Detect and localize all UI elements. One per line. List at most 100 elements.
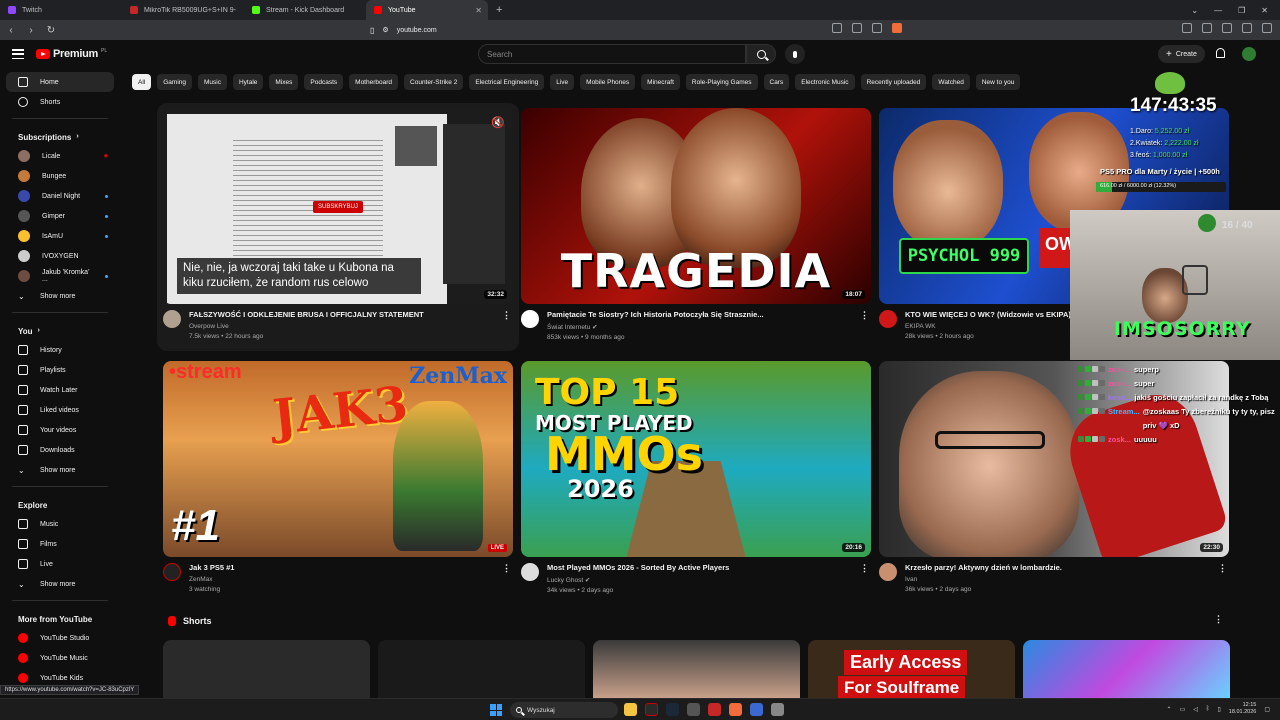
tab-search-icon[interactable]: ⌄ bbox=[1191, 6, 1198, 15]
video-title[interactable]: Jak 3 PS5 #1 bbox=[189, 563, 489, 573]
mute-icon[interactable]: 🔇 bbox=[491, 116, 505, 129]
channel-name[interactable]: Lucky Ghost ✔ bbox=[547, 576, 847, 584]
battery-icon[interactable]: ▯ bbox=[1217, 706, 1220, 713]
mikrotik-icon[interactable] bbox=[708, 703, 721, 716]
network-icon[interactable]: ▭ bbox=[1180, 706, 1186, 713]
windows-start-icon[interactable] bbox=[490, 704, 502, 716]
search-input[interactable]: Search bbox=[478, 44, 746, 64]
video-title[interactable]: FAŁSZYWOŚĆ I ODKLEJENIE BRUSA I OFFICJAL… bbox=[189, 310, 489, 320]
settings-icon[interactable] bbox=[771, 703, 784, 716]
browser-tab-active[interactable]: YouTube ✕ bbox=[366, 0, 488, 20]
sidebar-subscription[interactable]: Gimper bbox=[6, 206, 114, 226]
sidebar-subscription[interactable]: Jakub 'Kromka' ... bbox=[6, 266, 114, 286]
channel-avatar[interactable] bbox=[521, 563, 539, 581]
sidebar-subscription[interactable]: Licale ◉ bbox=[6, 146, 114, 166]
video-thumbnail[interactable]: •stream ZenMax JAK3 #1 LIVE bbox=[163, 361, 513, 557]
file-explorer-icon[interactable] bbox=[624, 703, 637, 716]
video-title[interactable]: Krzesło parzy! Aktywny dzień w lombardzi… bbox=[905, 563, 1205, 573]
sidebar-subscription[interactable]: Daniel Night bbox=[6, 186, 114, 206]
video-title[interactable]: KTO WIE WIĘCEJ O WK? (Widzowie vs EKIPA) bbox=[905, 310, 1095, 320]
channel-avatar[interactable] bbox=[879, 310, 897, 328]
subscriptions-heading[interactable]: Subscriptions › bbox=[6, 125, 114, 146]
hamburger-menu-icon[interactable] bbox=[12, 49, 24, 59]
video-thumbnail[interactable]: SUBSKRYBUJ Nie, nie, ja wczoraj taki tak… bbox=[163, 108, 513, 304]
filter-chip[interactable]: Electrical Engineering bbox=[469, 74, 545, 90]
sidebar-subscription[interactable]: Bungee bbox=[6, 166, 114, 186]
channel-name[interactable]: EKIPA WK bbox=[905, 323, 1095, 330]
channel-name[interactable]: ZenMax bbox=[189, 576, 489, 583]
wallet-icon[interactable] bbox=[1222, 23, 1232, 33]
close-tab-icon[interactable]: ✕ bbox=[475, 6, 482, 15]
browser-tab[interactable]: Stream - Kick Dashboard bbox=[244, 0, 366, 20]
more-options-icon[interactable]: ⋮ bbox=[860, 310, 869, 321]
menu-icon[interactable] bbox=[1262, 23, 1272, 33]
browser-tab[interactable]: Twitch bbox=[0, 0, 122, 20]
more-options-icon[interactable]: ⋮ bbox=[502, 310, 511, 321]
notification-icon[interactable]: ▢ bbox=[1264, 706, 1270, 713]
filter-chip[interactable]: Music bbox=[198, 74, 227, 90]
sidebar-icon[interactable] bbox=[1202, 23, 1212, 33]
filter-chip[interactable]: Gaming bbox=[157, 74, 192, 90]
filter-chip[interactable]: Hytale bbox=[232, 74, 264, 90]
site-info-icon[interactable]: ⚙ bbox=[382, 26, 388, 34]
tray-chevron-icon[interactable]: ⌃ bbox=[1167, 706, 1172, 713]
reader-icon[interactable] bbox=[1182, 23, 1192, 33]
taskbar-search-input[interactable]: Wyszukaj bbox=[510, 702, 618, 718]
more-options-icon[interactable]: ⋮ bbox=[1214, 614, 1223, 625]
sidebar-item-watch-later[interactable]: Watch Later bbox=[6, 380, 114, 400]
bluetooth-icon[interactable]: ᛒ bbox=[1206, 706, 1210, 712]
sidebar-item-your-videos[interactable]: Your videos bbox=[6, 420, 114, 440]
filter-chip[interactable]: Mobile Phones bbox=[580, 74, 636, 90]
video-card[interactable]: SUBSKRYBUJ Nie, nie, ja wczoraj taki tak… bbox=[163, 108, 513, 340]
sidebar-item-youtube-music[interactable]: YouTube Music bbox=[6, 648, 114, 668]
sidebar-item-downloads[interactable]: Downloads bbox=[6, 440, 114, 460]
steam-icon[interactable] bbox=[666, 703, 679, 716]
more-options-icon[interactable]: ⋮ bbox=[502, 563, 511, 574]
close-window-button[interactable]: ✕ bbox=[1261, 6, 1268, 15]
brave-icon[interactable] bbox=[729, 703, 742, 716]
brave-shields-icon[interactable] bbox=[892, 23, 902, 33]
filter-chip[interactable]: Recently uploaded bbox=[860, 74, 927, 90]
channel-avatar[interactable] bbox=[163, 563, 181, 581]
sidebar-item-liked-videos[interactable]: Liked videos bbox=[6, 400, 114, 420]
short-thumbnail[interactable] bbox=[1023, 640, 1230, 698]
video-thumbnail[interactable]: TOP 15 MOST PLAYED MMOs 2026 20:16 bbox=[521, 361, 871, 557]
account-avatar[interactable] bbox=[1242, 47, 1256, 61]
you-heading[interactable]: You › bbox=[6, 319, 114, 340]
sidebar-subscription[interactable]: IVOXYGEN bbox=[6, 246, 114, 266]
notifications-bell-icon[interactable] bbox=[1216, 48, 1225, 58]
channel-name[interactable]: Overpow Live bbox=[189, 323, 489, 330]
back-icon[interactable]: ‹ bbox=[6, 25, 16, 36]
filter-chip[interactable]: Minecraft bbox=[641, 74, 680, 90]
youtube-logo[interactable]: Premium PL bbox=[36, 48, 107, 60]
filter-chip[interactable]: All bbox=[132, 74, 152, 90]
short-thumbnail[interactable] bbox=[593, 640, 800, 698]
video-title[interactable]: Most Played MMOs 2026 - Sorted By Active… bbox=[547, 563, 847, 573]
opera-icon[interactable] bbox=[645, 703, 658, 716]
sidebar-item-music[interactable]: Music bbox=[6, 514, 114, 534]
calculator-icon[interactable] bbox=[750, 703, 763, 716]
channel-name[interactable]: Świat Internetu ✔ bbox=[547, 323, 847, 331]
browser-tab[interactable]: MikroTik RB5009UG+S+IN 9-Port Ro bbox=[122, 0, 244, 20]
filter-chip[interactable]: Role-Playing Games bbox=[685, 74, 758, 90]
bookmark-icon[interactable]: ▯ bbox=[370, 26, 374, 35]
short-thumbnail[interactable] bbox=[163, 640, 370, 698]
sidebar-item-shorts[interactable]: Shorts bbox=[6, 92, 114, 112]
channel-avatar[interactable] bbox=[163, 310, 181, 328]
sidebar-item-history[interactable]: History bbox=[6, 340, 114, 360]
cast-icon[interactable] bbox=[852, 23, 862, 33]
filter-chip[interactable]: Watched bbox=[932, 74, 970, 90]
video-card[interactable]: •stream ZenMax JAK3 #1 LIVE Jak 3 PS5 #1… bbox=[163, 361, 513, 593]
short-thumbnail[interactable] bbox=[378, 640, 585, 698]
github-icon[interactable] bbox=[687, 703, 700, 716]
channel-name[interactable]: Ivan bbox=[905, 576, 1205, 583]
search-button[interactable] bbox=[746, 44, 776, 64]
new-tab-button[interactable]: + bbox=[488, 4, 510, 16]
sidebar-item-films[interactable]: Films bbox=[6, 534, 114, 554]
share-icon[interactable] bbox=[872, 23, 882, 33]
video-card[interactable]: TOP 15 MOST PLAYED MMOs 2026 20:16 Most … bbox=[521, 361, 871, 594]
show-more-explore[interactable]: ⌄ Show more bbox=[6, 574, 114, 594]
more-options-icon[interactable]: ⋮ bbox=[1218, 563, 1227, 574]
sidebar-item-playlists[interactable]: Playlists bbox=[6, 360, 114, 380]
forward-icon[interactable]: › bbox=[26, 25, 36, 36]
